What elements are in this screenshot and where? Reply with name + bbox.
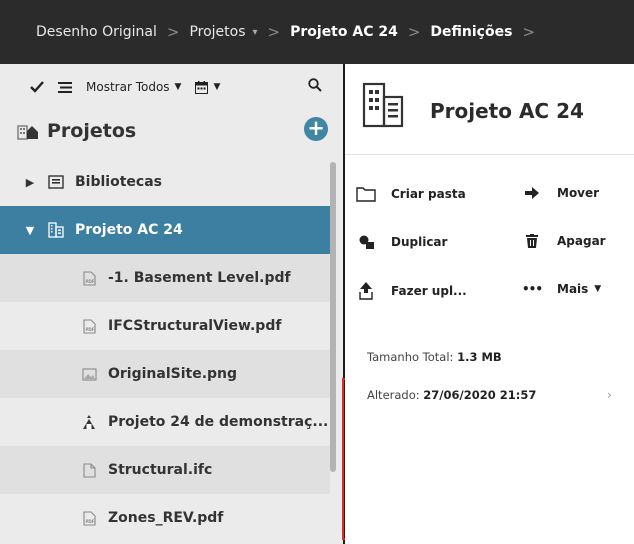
breadcrumb-item-desenho-original[interactable]: Desenho Original bbox=[36, 24, 157, 40]
list-icon[interactable] bbox=[58, 81, 72, 93]
page-title: Projeto AC 24 bbox=[430, 99, 584, 123]
tree-item-label: -1. Basement Level.pdf bbox=[108, 270, 291, 286]
tree-item-label: Projeto AC 24 bbox=[75, 222, 183, 238]
breadcrumb-separator: > bbox=[522, 23, 536, 41]
tree-item-file[interactable]: OriginalSite.png bbox=[0, 350, 330, 398]
duplicate-icon bbox=[355, 234, 377, 250]
total-size: Tamanho Total: 1.3 MB bbox=[367, 350, 502, 364]
more-label: Mais bbox=[557, 282, 589, 296]
svg-text:PDF: PDF bbox=[85, 279, 94, 284]
tree-item-label: Zones_REV.pdf bbox=[108, 510, 224, 526]
scrollbar[interactable] bbox=[330, 162, 336, 472]
tree-item-file[interactable]: Projeto 24 de demonstraç... bbox=[0, 398, 330, 446]
modified-value: 27/06/2020 21:57 bbox=[423, 388, 537, 402]
collapse-icon[interactable]: ▼ bbox=[23, 224, 37, 237]
breadcrumb-separator: > bbox=[407, 23, 421, 41]
chevron-down-icon: ▼ bbox=[594, 284, 602, 294]
pdf-file-icon: PDF bbox=[80, 318, 98, 334]
breadcrumb: Desenho Original > Projetos ▾ > Projeto … bbox=[0, 0, 634, 64]
chevron-down-icon[interactable]: ▾ bbox=[253, 27, 258, 38]
file-icon bbox=[80, 462, 98, 478]
image-file-icon bbox=[80, 367, 98, 381]
breadcrumb-item-projetos[interactable]: Projetos bbox=[189, 24, 245, 40]
library-icon bbox=[47, 175, 65, 189]
tree-item-label: Structural.ifc bbox=[108, 462, 213, 478]
project-file-icon bbox=[80, 414, 98, 430]
chevron-right-icon[interactable]: › bbox=[607, 388, 612, 402]
move-label: Mover bbox=[557, 186, 600, 200]
upload-icon bbox=[355, 282, 377, 300]
more-icon: ••• bbox=[521, 282, 543, 296]
pdf-file-icon: PDF bbox=[80, 270, 98, 286]
checkmark-icon[interactable] bbox=[30, 81, 44, 93]
divider bbox=[345, 154, 634, 155]
tree-item-file[interactable]: Structural.ifc bbox=[0, 446, 330, 494]
svg-text:PDF: PDF bbox=[85, 327, 94, 332]
create-folder-label: Criar pasta bbox=[391, 187, 466, 201]
tree-item-file[interactable]: PDF Zones_REV.pdf bbox=[0, 494, 330, 542]
left-toolbar: Mostrar Todos ▼ ▼ bbox=[0, 64, 343, 110]
tree-item-file[interactable]: PDF IFCStructuralView.pdf bbox=[0, 302, 330, 350]
calendar-icon bbox=[195, 80, 209, 94]
tree-item-file[interactable]: PDF -1. Basement Level.pdf bbox=[0, 254, 330, 302]
move-button[interactable]: Mover bbox=[521, 186, 599, 200]
more-button[interactable]: ••• Mais ▼ bbox=[521, 282, 601, 296]
tree-item-label: OriginalSite.png bbox=[108, 366, 238, 382]
duplicate-label: Duplicar bbox=[391, 235, 448, 249]
folder-icon bbox=[355, 186, 377, 202]
create-folder-button[interactable]: Criar pasta bbox=[355, 186, 466, 202]
chevron-down-icon: ▼ bbox=[213, 82, 221, 92]
building-icon bbox=[360, 80, 408, 134]
pdf-file-icon: PDF bbox=[80, 510, 98, 526]
upload-label: Fazer upl... bbox=[391, 284, 467, 298]
total-size-value: 1.3 MB bbox=[457, 350, 502, 364]
tree-item-label: Projeto 24 de demonstraç... bbox=[108, 414, 329, 430]
add-project-button[interactable]: + bbox=[304, 117, 328, 141]
projects-icon bbox=[17, 121, 39, 141]
filter-label: Mostrar Todos bbox=[86, 80, 170, 94]
tree-item-bibliotecas[interactable]: ▶ Bibliotecas bbox=[0, 158, 330, 206]
tree-item-label: Bibliotecas bbox=[75, 174, 162, 190]
delete-button[interactable]: Apagar bbox=[521, 234, 606, 248]
tree-item-projeto-ac-24[interactable]: ▼ Projeto AC 24 bbox=[0, 206, 330, 254]
upload-button[interactable]: Fazer upl... bbox=[355, 282, 467, 300]
total-size-label: Tamanho Total: bbox=[367, 350, 454, 364]
arrow-right-icon bbox=[521, 187, 543, 199]
panel-header: Projetos + bbox=[0, 110, 343, 152]
breadcrumb-item-definicoes[interactable]: Definições bbox=[430, 24, 512, 40]
filter-dropdown[interactable]: Mostrar Todos ▼ bbox=[86, 80, 181, 94]
svg-text:PDF: PDF bbox=[85, 519, 94, 524]
chevron-down-icon: ▼ bbox=[174, 82, 182, 92]
modified-label: Alterado: bbox=[367, 388, 420, 402]
project-details-panel: Projeto AC 24 Criar pasta Mover Duplicar… bbox=[345, 64, 634, 544]
breadcrumb-separator: > bbox=[166, 23, 180, 41]
trash-icon bbox=[521, 234, 543, 248]
breadcrumb-item-projeto[interactable]: Projeto AC 24 bbox=[290, 24, 398, 40]
projects-panel: Mostrar Todos ▼ ▼ Projetos + ▶ Bibliotec… bbox=[0, 64, 343, 544]
breadcrumb-separator: > bbox=[267, 23, 281, 41]
calendar-dropdown[interactable]: ▼ bbox=[195, 80, 221, 94]
panel-title: Projetos bbox=[47, 120, 137, 142]
duplicate-button[interactable]: Duplicar bbox=[355, 234, 447, 250]
tree-item-label: IFCStructuralView.pdf bbox=[108, 318, 282, 334]
modified-date[interactable]: Alterado: 27/06/2020 21:57 bbox=[367, 388, 536, 402]
search-icon[interactable] bbox=[308, 78, 322, 95]
delete-label: Apagar bbox=[557, 234, 606, 248]
building-icon bbox=[47, 222, 65, 238]
expand-icon[interactable]: ▶ bbox=[23, 176, 37, 189]
